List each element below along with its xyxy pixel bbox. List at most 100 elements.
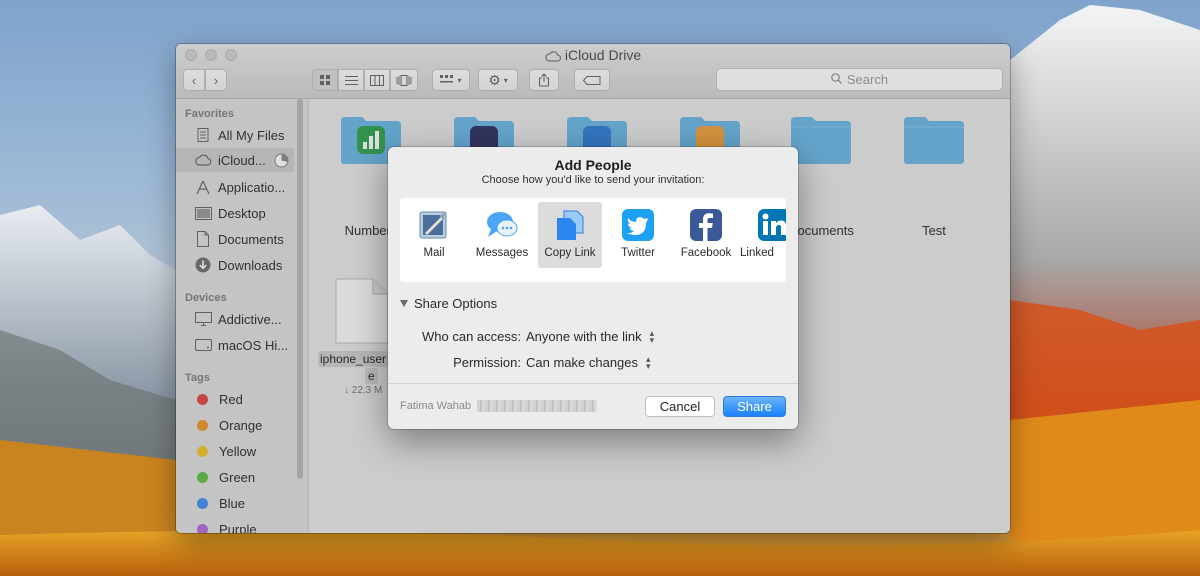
- sidebar-item-label: Yellow: [219, 443, 257, 459]
- search-field[interactable]: Search: [716, 68, 1003, 91]
- service-copy-link[interactable]: Copy Link: [538, 202, 602, 268]
- owner-name: Fatima Wahab: [400, 400, 472, 412]
- cloud-icon: [545, 49, 561, 65]
- sidebar-tag-green[interactable]: Green: [176, 465, 294, 489]
- favorites-header: Favorites: [185, 108, 234, 120]
- sidebar-item-device-computer[interactable]: Addictive...: [176, 307, 294, 331]
- service-twitter[interactable]: Twitter: [606, 202, 670, 268]
- purple-tag-dot-icon: [197, 523, 208, 533]
- updown-chevron-icon: ▴ ▾: [646, 353, 651, 371]
- grid-icon: [320, 75, 330, 85]
- orange-tag-dot-icon: [197, 419, 208, 431]
- file-name-line2: e: [365, 368, 378, 384]
- sidebar-item-label: Orange: [219, 417, 263, 433]
- sidebar-scrollbar[interactable]: [297, 99, 303, 479]
- permission-popup[interactable]: Can make changes ▴ ▾: [526, 353, 651, 371]
- storage-pie-icon: [274, 153, 289, 171]
- chevron-down-icon: ▾: [503, 75, 508, 85]
- chevron-left-icon: ‹: [191, 72, 197, 88]
- icon-view-button[interactable]: [312, 69, 338, 91]
- chevron-down-icon: ▾: [457, 75, 462, 85]
- folder-documents[interactable]: [790, 115, 852, 165]
- sidebar-item-label: Desktop: [218, 205, 266, 221]
- sidebar-item-label: All My Files: [218, 127, 285, 143]
- disclosure-triangle-icon: [400, 300, 408, 307]
- sidebar-item-desktop[interactable]: Desktop: [176, 201, 294, 225]
- sidebar-item-label: Addictive...: [218, 311, 282, 327]
- service-mail[interactable]: Mail: [402, 202, 466, 268]
- file-iphone-user[interactable]: [335, 278, 389, 344]
- green-tag-dot-icon: [197, 471, 208, 483]
- sidebar-tag-purple[interactable]: Purple: [176, 517, 294, 533]
- sidebar-tag-red[interactable]: Red: [176, 387, 294, 411]
- sidebar-item-label: Documents: [218, 231, 284, 247]
- sidebar-item-applications[interactable]: Applicatio...: [176, 175, 294, 199]
- sidebar-item-label: Red: [219, 391, 243, 407]
- window-title: iCloud Drive: [176, 47, 1010, 65]
- devices-header: Devices: [185, 292, 227, 304]
- forward-button[interactable]: ›: [205, 69, 227, 91]
- messages-icon: [487, 212, 518, 237]
- sidebar-tag-blue[interactable]: Blue: [176, 491, 294, 515]
- sidebar-item-label: Green: [219, 469, 256, 485]
- sidebar: Favorites All My Files iCloud... Applica…: [176, 99, 309, 533]
- tag-icon: [583, 75, 601, 85]
- owner-info: Fatima Wahab: [400, 400, 598, 412]
- tags-header: Tags: [185, 372, 210, 384]
- file-name-line1: iphone_user: [318, 351, 389, 367]
- sidebar-tag-orange[interactable]: Orange: [176, 413, 294, 437]
- service-messages[interactable]: Messages: [470, 202, 534, 268]
- facebook-icon: [690, 209, 722, 241]
- share-options-disclosure[interactable]: Share Options: [400, 296, 497, 311]
- cancel-button[interactable]: Cancel: [645, 396, 715, 417]
- service-facebook[interactable]: Facebook: [674, 202, 738, 268]
- window-titlebar: iCloud Drive ‹ › ▾ ⚙ ▾ Search: [176, 44, 1010, 99]
- sidebar-item-downloads[interactable]: Downloads: [176, 253, 294, 277]
- desktop-icon: [194, 204, 212, 222]
- action-button[interactable]: ⚙ ▾: [478, 69, 518, 91]
- folder-icon: [904, 117, 964, 164]
- gear-icon: ⚙: [488, 71, 501, 88]
- sidebar-item-documents[interactable]: Documents: [176, 227, 294, 251]
- sidebar-item-label: Blue: [219, 495, 246, 511]
- service-label: Mail: [423, 247, 445, 259]
- sidebar-item-icloud[interactable]: iCloud...: [176, 148, 294, 172]
- sheet-subtitle: Choose how you'd like to send your invit…: [481, 174, 705, 186]
- column-view-button[interactable]: [364, 69, 390, 91]
- cover-flow-icon: [396, 74, 412, 86]
- permission-label: Permission:: [453, 355, 521, 370]
- share-icon: [539, 73, 549, 87]
- sidebar-item-all-my-files[interactable]: All My Files: [176, 123, 294, 147]
- window-title-text: iCloud Drive: [564, 47, 642, 63]
- permission-value: Can make changes: [526, 355, 639, 370]
- sidebar-tag-yellow[interactable]: Yellow: [176, 439, 294, 463]
- service-linkedin[interactable]: Linked: [740, 202, 786, 268]
- share-button[interactable]: Share: [723, 396, 786, 417]
- sidebar-item-device-disk[interactable]: macOS Hi...: [176, 333, 294, 357]
- arrange-button[interactable]: ▾: [432, 69, 470, 91]
- downloads-icon: [194, 256, 212, 274]
- sidebar-item-label: macOS Hi...: [218, 337, 289, 353]
- folder-label-test: Test: [922, 223, 946, 238]
- sidebar-item-label: Downloads: [218, 257, 283, 273]
- service-label: Messages: [475, 247, 529, 259]
- access-popup[interactable]: Anyone with the link ▴ ▾: [526, 328, 654, 344]
- blue-tag-dot-icon: [197, 497, 208, 509]
- service-label: Linked: [740, 247, 774, 259]
- cover-flow-button[interactable]: [390, 69, 418, 91]
- service-label: Twitter: [621, 247, 655, 259]
- mail-icon: [419, 211, 447, 239]
- share-toolbar-button[interactable]: [529, 69, 559, 91]
- folder-test[interactable]: [903, 115, 965, 165]
- chevron-right-icon: ›: [213, 72, 219, 88]
- file-size: ↓ 22.3 M: [344, 385, 383, 396]
- service-label: Facebook: [680, 247, 732, 259]
- access-value: Anyone with the link: [526, 329, 642, 344]
- sheet-divider: [388, 383, 798, 384]
- list-view-button[interactable]: [338, 69, 364, 91]
- twitter-icon: [622, 209, 654, 241]
- folder-icon: [791, 117, 851, 164]
- tag-toolbar-button[interactable]: [574, 69, 610, 91]
- columns-icon: [370, 74, 384, 86]
- back-button[interactable]: ‹: [183, 69, 205, 91]
